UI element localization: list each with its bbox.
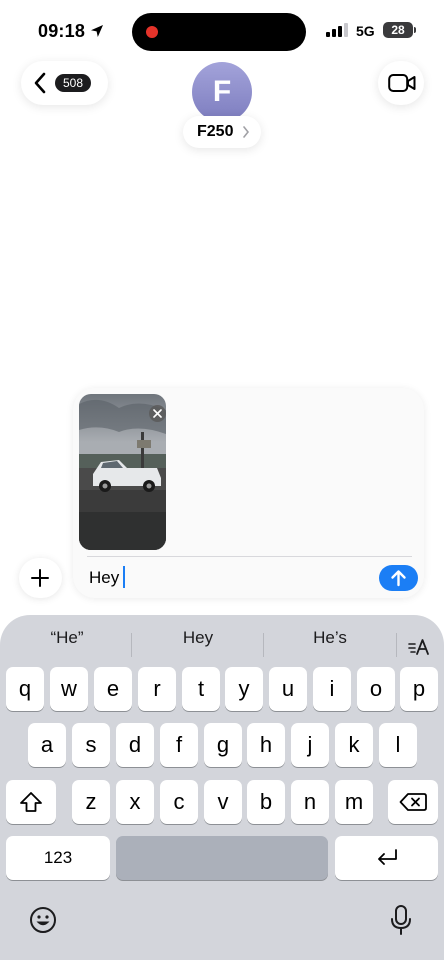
key-j[interactable]: j <box>291 723 329 767</box>
status-time: 09:18 <box>38 21 86 41</box>
key-g[interactable]: g <box>204 723 242 767</box>
remove-attachment-button[interactable] <box>149 405 166 422</box>
key-q[interactable]: q <box>6 667 44 711</box>
key-f[interactable]: f <box>160 723 198 767</box>
suggestion-divider <box>131 633 132 657</box>
key-a[interactable]: a <box>28 723 66 767</box>
suggestion-divider <box>396 633 397 657</box>
contact-name: F250 <box>197 123 234 140</box>
key-n[interactable]: n <box>291 780 329 824</box>
key-c[interactable]: c <box>160 780 198 824</box>
key-e[interactable]: e <box>94 667 132 711</box>
location-arrow-icon <box>91 25 103 37</box>
key-x[interactable]: x <box>116 780 154 824</box>
key-d[interactable]: d <box>116 723 154 767</box>
video-camera-icon <box>388 74 416 92</box>
suggestion-1[interactable]: “He” <box>8 628 126 652</box>
suggestion-2[interactable]: Hey <box>136 628 260 652</box>
space-key[interactable] <box>116 836 328 880</box>
key-v[interactable]: v <box>204 780 242 824</box>
battery-icon: 28 <box>383 22 413 38</box>
key-p[interactable]: p <box>400 667 438 711</box>
plus-icon <box>31 569 49 587</box>
key-m[interactable]: m <box>335 780 373 824</box>
message-input[interactable]: Hey <box>89 568 119 588</box>
key-b[interactable]: b <box>247 780 285 824</box>
key-u[interactable]: u <box>269 667 307 711</box>
battery-tip <box>414 27 416 33</box>
delete-backspace-icon <box>399 793 427 811</box>
close-icon <box>153 409 162 418</box>
chevron-left-icon <box>34 72 46 94</box>
suggestion-bar: “He” Hey He’s <box>0 623 444 657</box>
key-k[interactable]: k <box>335 723 373 767</box>
unread-count-badge: 508 <box>55 74 91 92</box>
chevron-right-icon <box>243 126 249 138</box>
video-call-button[interactable] <box>378 61 424 105</box>
shift-key[interactable] <box>6 780 56 824</box>
return-icon <box>378 849 397 865</box>
key-h[interactable]: h <box>247 723 285 767</box>
compose-box: Hey <box>73 388 424 598</box>
send-button[interactable] <box>379 565 418 591</box>
add-attachment-button[interactable] <box>19 558 62 598</box>
key-l[interactable]: l <box>379 723 417 767</box>
text-format-icon[interactable] <box>407 636 431 658</box>
battery-level: 28 <box>391 23 405 37</box>
key-z[interactable]: z <box>72 780 110 824</box>
contact-avatar[interactable]: F <box>192 62 252 122</box>
key-w[interactable]: w <box>50 667 88 711</box>
return-key[interactable] <box>335 836 438 880</box>
key-t[interactable]: t <box>182 667 220 711</box>
numbers-key[interactable]: 123 <box>6 836 110 880</box>
keyboard: “He” Hey He’s q w e r t y u i o p a s d … <box>0 615 444 960</box>
cellular-signal-icon <box>326 23 348 37</box>
status-bar: 09:18 5G 28 <box>0 0 444 62</box>
arrow-up-icon <box>391 570 406 587</box>
key-s[interactable]: s <box>72 723 110 767</box>
key-i[interactable]: i <box>313 667 351 711</box>
text-cursor <box>123 566 125 588</box>
back-button[interactable]: 508 <box>21 61 108 105</box>
dynamic-island <box>132 13 306 51</box>
suggestion-divider <box>263 633 264 657</box>
shift-icon <box>20 792 42 812</box>
compose-divider <box>87 556 412 557</box>
key-o[interactable]: o <box>357 667 395 711</box>
suggestion-3[interactable]: He’s <box>268 628 392 652</box>
network-type: 5G <box>356 23 375 39</box>
key-r[interactable]: r <box>138 667 176 711</box>
microphone-icon[interactable] <box>390 905 412 935</box>
key-y[interactable]: y <box>225 667 263 711</box>
contact-name-button[interactable]: F250 <box>183 116 261 148</box>
photo-thumbnail[interactable] <box>79 394 166 550</box>
recording-indicator-icon <box>146 26 158 38</box>
emoji-icon[interactable] <box>29 906 57 934</box>
delete-key[interactable] <box>388 780 438 824</box>
